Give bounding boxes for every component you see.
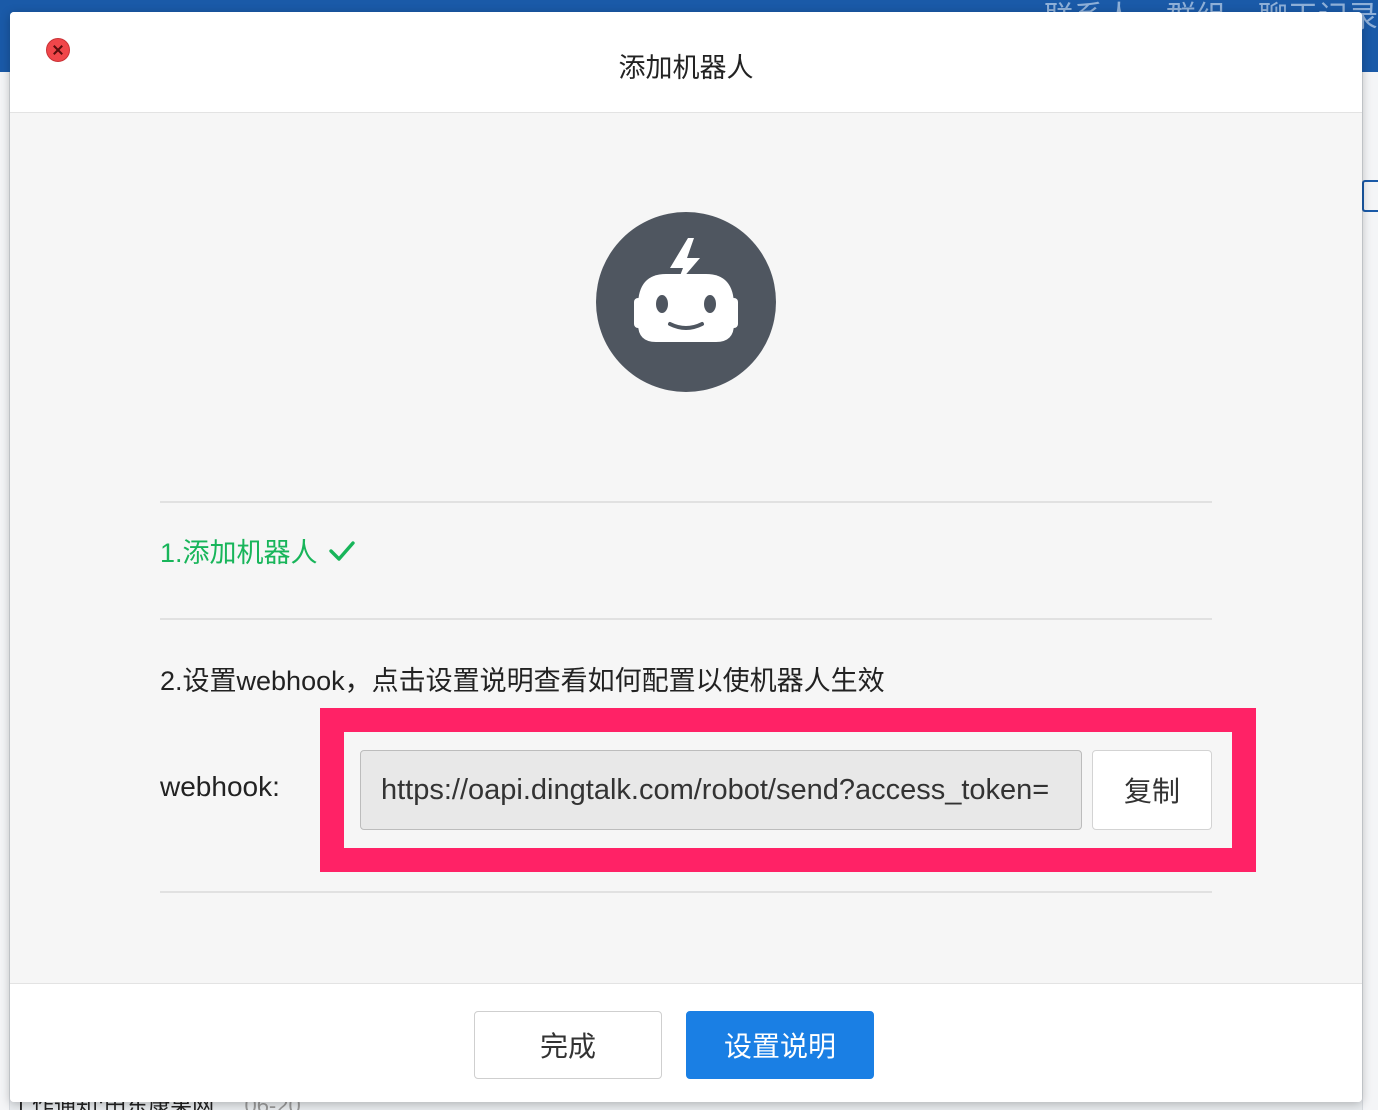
dialog-header: 添加机器人 [10,12,1362,113]
webhook-label: webhook: [160,771,280,802]
background-edit-icon[interactable] [1362,180,1378,212]
step1-label: 1.添加机器人 [160,538,318,568]
robot-icon [596,212,776,392]
background-right-panel [1362,72,1378,1110]
add-robot-dialog: 添加机器人 1.添加机器人 2.设置webhook，点击设置说明查看如何配置以使… [10,12,1362,1102]
divider-middle [160,618,1212,620]
dialog-title: 添加机器人 [618,53,754,83]
check-icon [328,540,355,561]
dialog-body: 1.添加机器人 2.设置webhook，点击设置说明查看如何配置以使机器人生效 … [10,113,1362,983]
dialog-footer: 完成 设置说明 [10,983,1362,1102]
done-button[interactable]: 完成 [474,1011,662,1079]
webhook-url-input[interactable] [360,750,1082,830]
background-left-panel [0,72,10,1110]
step1-status: 1.添加机器人 [160,531,356,570]
divider-bottom [160,891,1212,893]
setup-guide-button[interactable]: 设置说明 [686,1011,874,1079]
divider-top [160,501,1212,503]
step2-instruction: 2.设置webhook，点击设置说明查看如何配置以使机器人生效 [160,666,885,696]
copy-button[interactable]: 复制 [1092,750,1212,830]
